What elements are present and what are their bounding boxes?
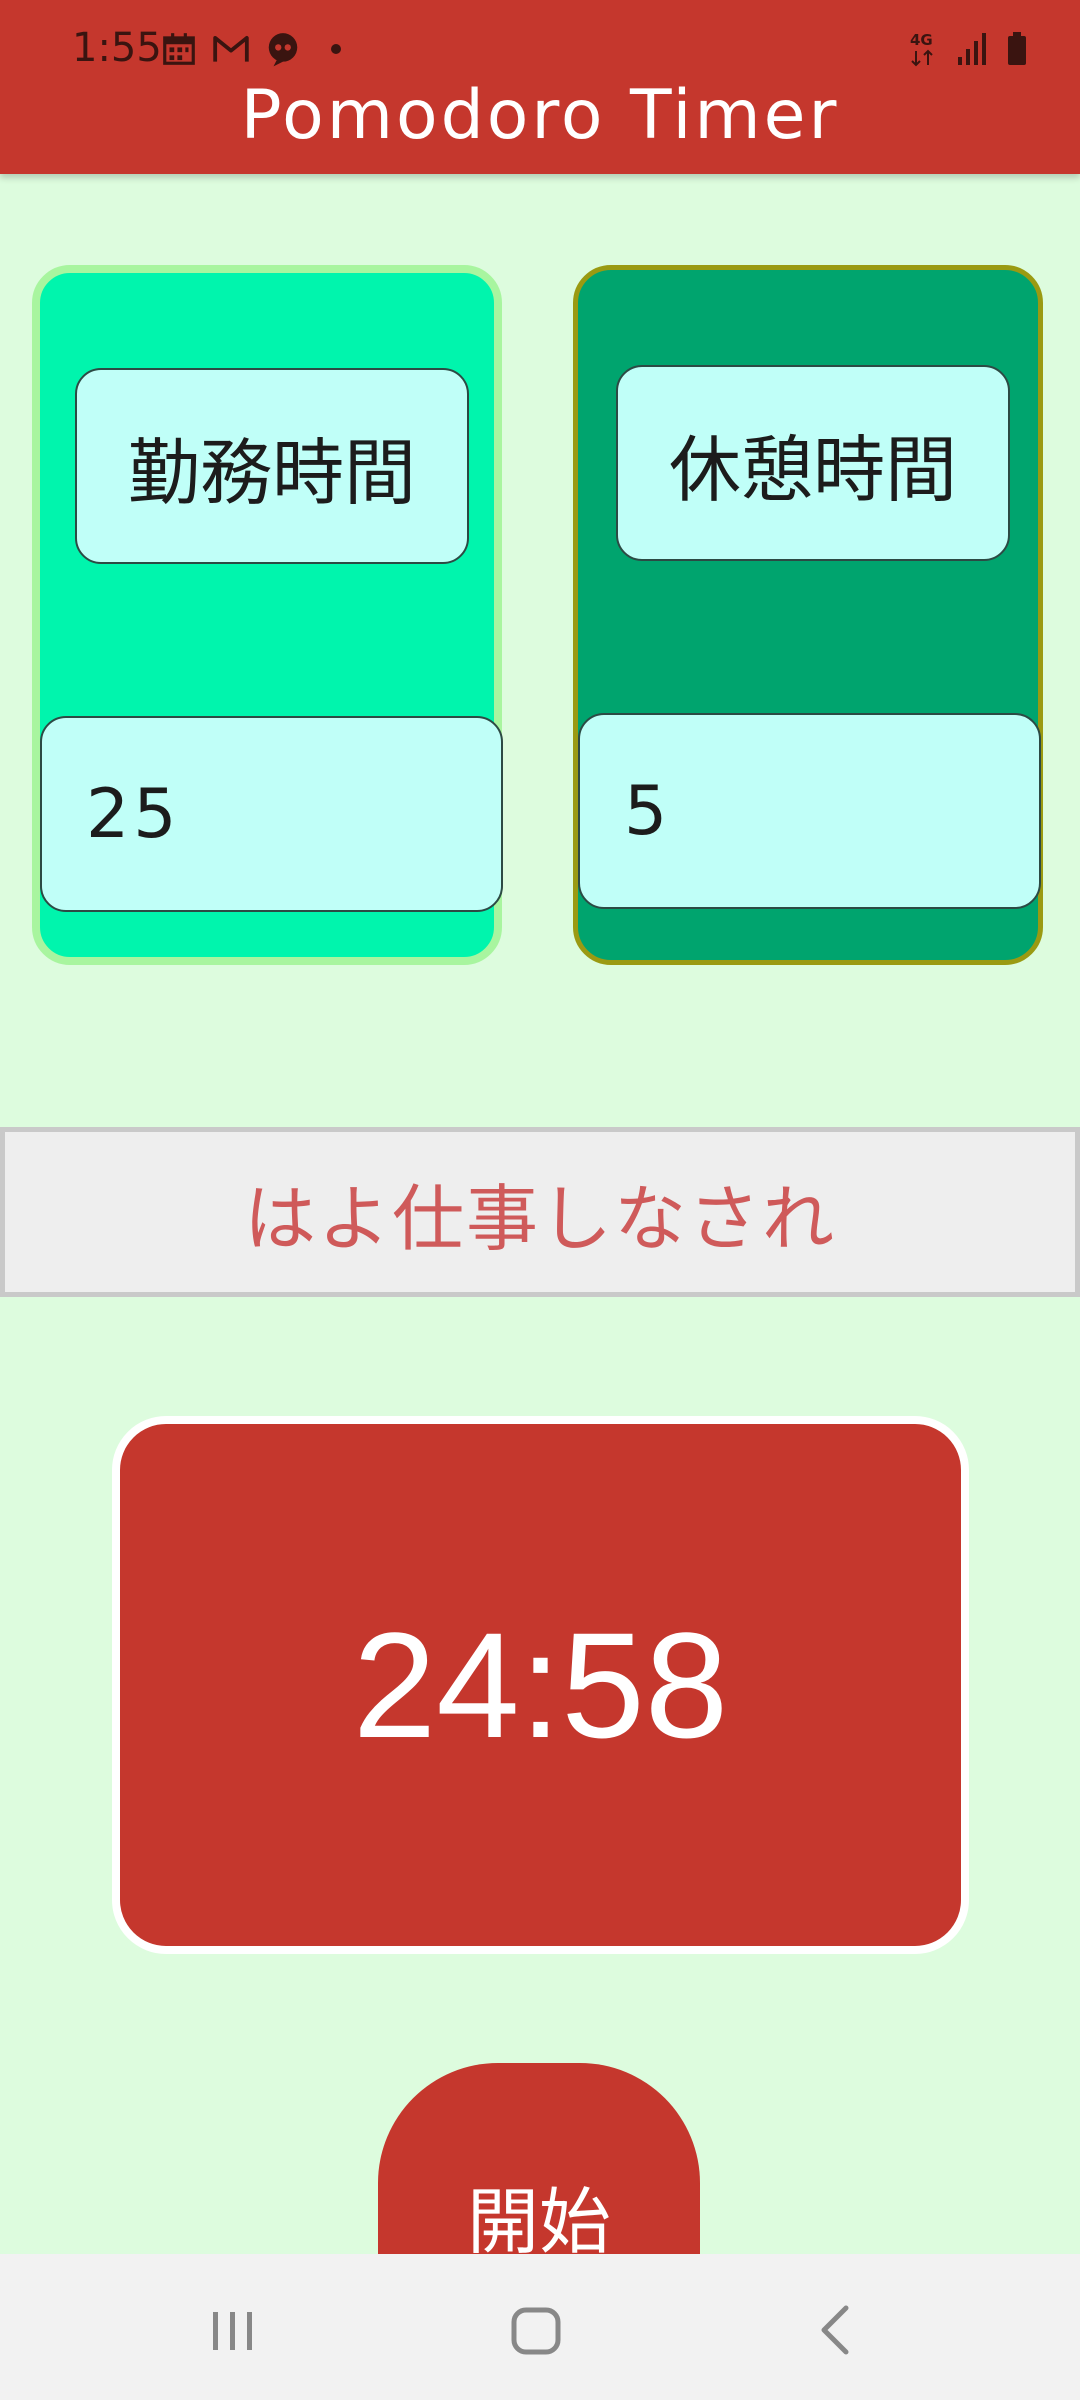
work-time-input[interactable]: 25 [40, 716, 503, 912]
work-time-label: 勤務時間 [75, 368, 469, 564]
rest-time-input[interactable]: 5 [578, 713, 1041, 909]
svg-text:4G: 4G [910, 31, 933, 49]
back-icon[interactable] [798, 2290, 878, 2370]
status-icons-left [160, 26, 348, 72]
system-nav-bar [0, 2254, 1080, 2400]
gmail-icon [213, 36, 249, 62]
app-bar: 1:55 4G Pomodoro Timer [0, 0, 1080, 174]
battery-icon [1008, 32, 1026, 65]
notification-dot-icon [331, 44, 341, 54]
status-icons-right: 4G [910, 26, 1028, 72]
home-icon[interactable] [496, 2290, 576, 2370]
status-message: はよ仕事しなされ [0, 1127, 1080, 1297]
recent-apps-icon[interactable] [193, 2290, 273, 2370]
status-time: 1:55 [72, 25, 162, 71]
app-title: Pomodoro Timer [240, 76, 840, 155]
chat-icon [268, 33, 298, 67]
work-time-card: 勤務時間 25 [32, 265, 503, 965]
rest-time-label: 休憩時間 [616, 365, 1010, 561]
rest-time-card: 休憩時間 5 [573, 265, 1043, 965]
signal-icon [958, 33, 986, 65]
timer-display: 24:58 [112, 1416, 969, 1954]
4g-data-icon: 4G [910, 31, 933, 67]
calendar-icon [163, 33, 195, 65]
